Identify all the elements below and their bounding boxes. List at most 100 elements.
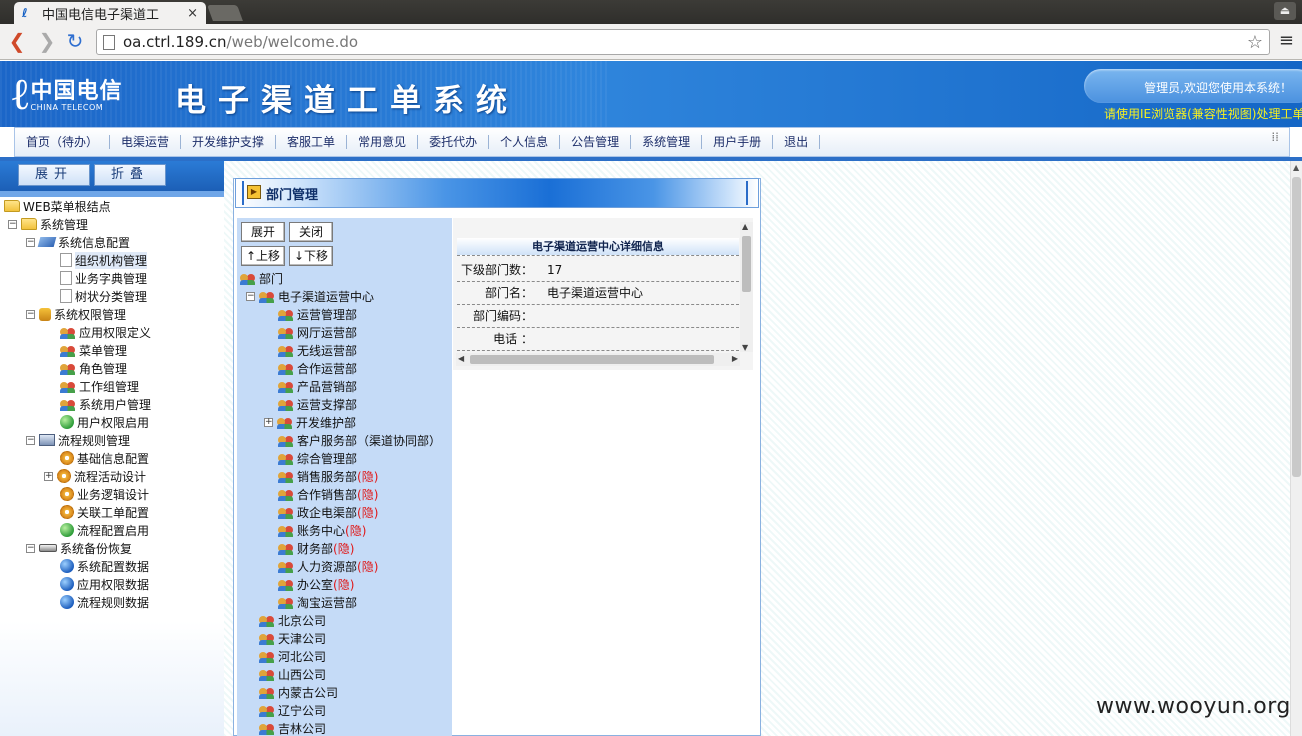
dept-expand-button[interactable]: 展开 — [241, 222, 285, 242]
nav-announcements[interactable]: 公告管理 — [560, 135, 632, 149]
dept-company-node[interactable]: 内蒙古公司 — [259, 683, 338, 701]
dept-child-node[interactable]: 网厅运营部 — [278, 323, 357, 341]
nav-common-opinions[interactable]: 常用意见 — [347, 135, 419, 149]
department-name: 部门 — [259, 271, 284, 286]
department-users-icon — [277, 415, 293, 429]
menu-tree-node[interactable]: − 系统备份恢复 — [26, 539, 132, 557]
menu-tree-node[interactable]: 业务逻辑设计 — [60, 485, 149, 503]
menu-tree-node[interactable]: 组织机构管理 — [60, 251, 148, 269]
address-bar[interactable]: oa.ctrl.189.cn/web/welcome.do ☆ — [96, 29, 1270, 55]
dept-child-node[interactable]: 无线运营部 — [278, 341, 357, 359]
dept-child-node[interactable]: 账务中心 (隐) — [278, 521, 366, 539]
dept-child-node[interactable]: + 开发维护部 — [264, 413, 356, 431]
scroll-right-arrow-icon[interactable]: ▶ — [732, 354, 738, 363]
dept-root-node[interactable]: 部门 — [240, 269, 283, 287]
nav-grip-icon[interactable]: ⁞⁞ — [1271, 131, 1279, 143]
menu-tree-node[interactable]: 系统配置数据 — [60, 557, 149, 575]
collapse-node-icon[interactable]: − — [26, 543, 35, 553]
tab-close-icon[interactable]: × — [187, 6, 198, 21]
menu-tree-node[interactable]: 基础信息配置 — [60, 449, 149, 467]
nav-personal-info[interactable]: 个人信息 — [489, 135, 561, 149]
menu-tree-node[interactable]: 应用权限数据 — [60, 575, 149, 593]
expand-all-button[interactable]: 展开 — [18, 164, 90, 186]
menu-tree-node[interactable]: − 流程规则管理 — [26, 431, 130, 449]
dept-company-node[interactable]: 天津公司 — [259, 629, 326, 647]
department-tree-pane: 展开 关闭 ↑上移 ↓下移 部门 − 电子渠道运营中心 运营管理部 网厅运营部 无线运营部… — [237, 218, 452, 736]
new-tab-button[interactable] — [207, 5, 243, 21]
page-scroll-thumb[interactable] — [1292, 177, 1301, 477]
nav-channel-ops[interactable]: 电渠运营 — [110, 135, 182, 149]
dept-child-node[interactable]: 运营管理部 — [278, 305, 357, 323]
move-down-button[interactable]: ↓下移 — [289, 246, 333, 266]
bookmark-star-icon[interactable]: ☆ — [1247, 32, 1263, 53]
dept-child-node[interactable]: 人力资源部 (隐) — [278, 557, 378, 575]
scroll-up-arrow-icon[interactable]: ▲ — [742, 222, 748, 231]
detail-hscroll-thumb[interactable] — [470, 355, 714, 364]
nav-system-admin[interactable]: 系统管理 — [631, 135, 703, 149]
dept-child-node[interactable]: 运营支撑部 — [278, 395, 357, 413]
menu-tree-node[interactable]: − 系统权限管理 — [26, 305, 126, 323]
dept-child-node[interactable]: 产品营销部 — [278, 377, 357, 395]
dept-company-node[interactable]: 山西公司 — [259, 665, 326, 683]
menu-tree-node[interactable]: 流程规则数据 — [60, 593, 149, 611]
menu-tree-node[interactable]: 菜单管理 — [60, 341, 127, 359]
collapse-all-button[interactable]: 折叠 — [94, 164, 166, 186]
detail-horizontal-scrollbar[interactable]: ◀ ▶ — [456, 353, 740, 366]
menu-tree-node[interactable]: 应用权限定义 — [60, 323, 151, 341]
page-scrollbar[interactable]: ▲ — [1290, 161, 1302, 736]
dept-close-button[interactable]: 关闭 — [289, 222, 333, 242]
back-button[interactable]: ❮ — [6, 31, 28, 53]
dept-center-node[interactable]: − 电子渠道运营中心 — [246, 287, 374, 305]
collapse-node-icon[interactable]: − — [26, 237, 35, 247]
dept-company-node[interactable]: 河北公司 — [259, 647, 326, 665]
dept-child-node[interactable]: 淘宝运营部 — [278, 593, 357, 611]
nav-service-tickets[interactable]: 客服工单 — [276, 135, 348, 149]
detail-vscroll-thumb[interactable] — [742, 236, 751, 292]
browser-menu-icon[interactable]: ≡ — [1279, 32, 1294, 50]
dept-child-node[interactable]: 综合管理部 — [278, 449, 357, 467]
collapse-node-icon[interactable]: − — [26, 309, 35, 319]
menu-tree-node[interactable]: 关联工单配置 — [60, 503, 149, 521]
nav-logout[interactable]: 退出 — [773, 135, 821, 149]
menu-tree-node[interactable]: − 系统信息配置 — [26, 233, 130, 251]
detail-vertical-scrollbar[interactable]: ▲ ▼ — [740, 222, 753, 352]
nav-user-manual[interactable]: 用户手册 — [702, 135, 774, 149]
scroll-up-icon[interactable]: ▲ — [1293, 163, 1299, 172]
scroll-left-arrow-icon[interactable]: ◀ — [458, 354, 464, 363]
menu-tree-node[interactable]: 系统用户管理 — [60, 395, 151, 413]
dept-child-node[interactable]: 销售服务部 (隐) — [278, 467, 378, 485]
reload-button[interactable]: ↻ — [64, 31, 86, 53]
menu-tree-node[interactable]: WEB菜单根结点 — [4, 197, 111, 215]
nav-delegation[interactable]: 委托代办 — [418, 135, 490, 149]
dept-child-node[interactable]: 财务部 (隐) — [278, 539, 354, 557]
menu-tree-node[interactable]: 角色管理 — [60, 359, 127, 377]
menu-tree-node[interactable]: 用户权限启用 — [60, 413, 149, 431]
expand-node-icon[interactable]: + — [44, 471, 53, 481]
dept-company-node[interactable]: 北京公司 — [259, 611, 326, 629]
collapse-node-icon[interactable]: − — [26, 435, 35, 445]
dept-company-node[interactable]: 吉林公司 — [259, 719, 326, 736]
nav-home[interactable]: 首页（待办） — [15, 135, 111, 149]
scroll-down-arrow-icon[interactable]: ▼ — [742, 343, 748, 352]
dept-child-node[interactable]: 政企电渠部 (隐) — [278, 503, 378, 521]
collapse-node-icon[interactable]: − — [8, 219, 17, 229]
department-users-icon — [259, 289, 275, 303]
menu-tree-node[interactable]: + 流程活动设计 — [44, 467, 146, 485]
dept-child-node[interactable]: 办公室 (隐) — [278, 575, 354, 593]
dept-child-node[interactable]: 合作运营部 — [278, 359, 357, 377]
browser-tab[interactable]: ℓ 中国电信电子渠道工 × — [14, 2, 206, 24]
expand-node-icon[interactable]: + — [264, 417, 273, 427]
window-control-icon[interactable]: ⏏ — [1274, 2, 1296, 20]
move-up-button[interactable]: ↑上移 — [241, 246, 285, 266]
forward-button[interactable]: ❯ — [36, 31, 58, 53]
dept-child-node[interactable]: 客户服务部（渠道协同部） — [278, 431, 441, 449]
dept-company-node[interactable]: 辽宁公司 — [259, 701, 326, 719]
dept-child-node[interactable]: 合作销售部 (隐) — [278, 485, 378, 503]
menu-tree-node[interactable]: 业务字典管理 — [60, 269, 147, 287]
menu-tree-node[interactable]: − 系统管理 — [8, 215, 88, 233]
menu-tree-node[interactable]: 流程配置启用 — [60, 521, 149, 539]
nav-dev-support[interactable]: 开发维护支撑 — [181, 135, 277, 149]
menu-tree-node[interactable]: 树状分类管理 — [60, 287, 147, 305]
collapse-node-icon[interactable]: − — [246, 291, 255, 301]
menu-tree-node[interactable]: 工作组管理 — [60, 377, 139, 395]
